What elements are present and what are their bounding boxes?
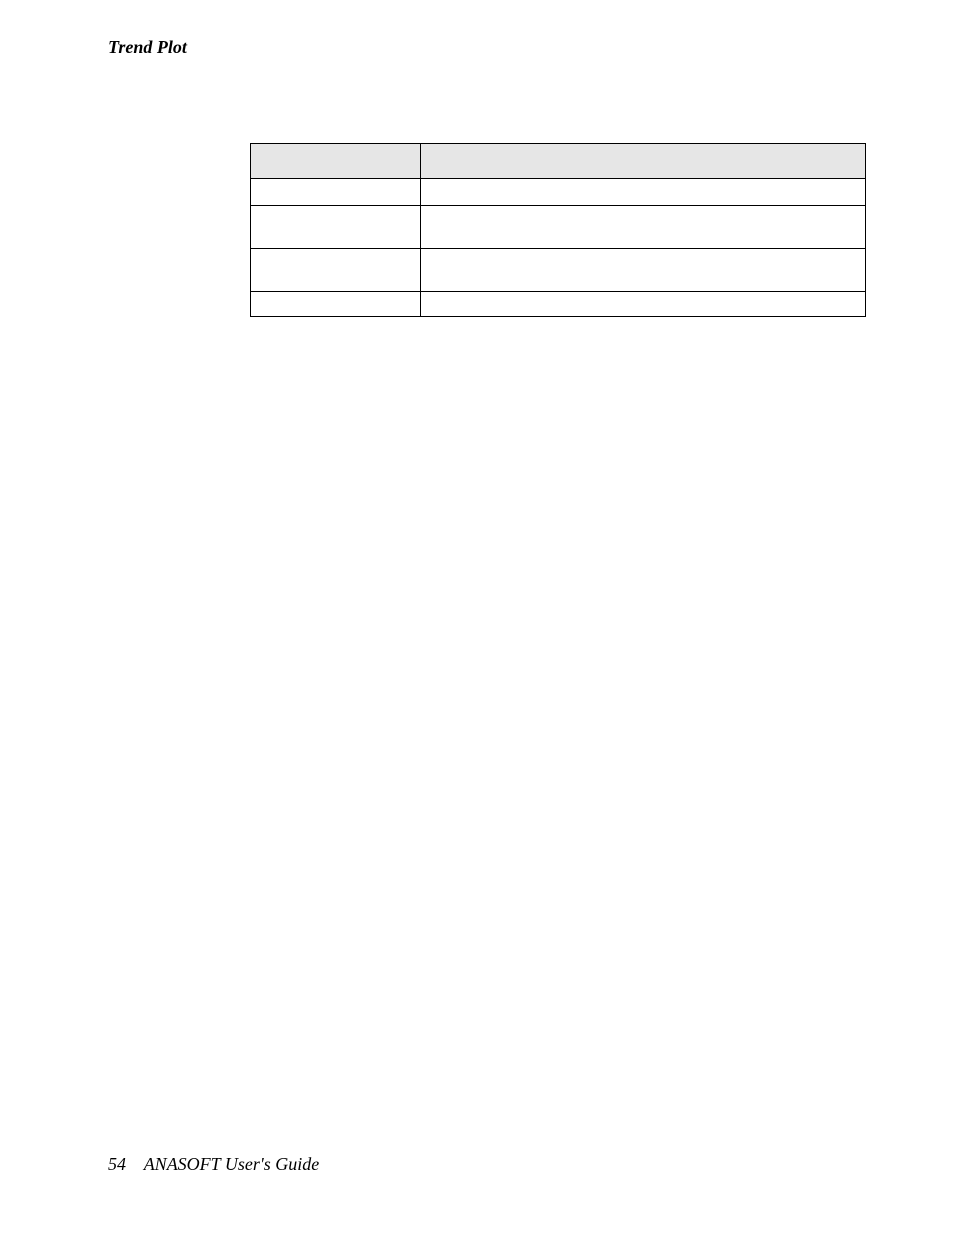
table-row bbox=[251, 292, 866, 317]
table-header-cell bbox=[421, 144, 866, 179]
table-cell bbox=[421, 292, 866, 317]
table-cell bbox=[251, 206, 421, 249]
page-number: 54 bbox=[108, 1154, 126, 1174]
table-cell bbox=[421, 179, 866, 206]
table-cell bbox=[251, 179, 421, 206]
table-row bbox=[251, 249, 866, 292]
table-cell bbox=[251, 249, 421, 292]
table-cell bbox=[251, 292, 421, 317]
book-title: ANASOFT User's Guide bbox=[144, 1154, 320, 1174]
table-cell bbox=[421, 249, 866, 292]
table-row bbox=[251, 179, 866, 206]
table-header-cell bbox=[251, 144, 421, 179]
data-table bbox=[250, 143, 865, 317]
table-header-row bbox=[251, 144, 866, 179]
table-cell bbox=[421, 206, 866, 249]
section-title: Trend Plot bbox=[108, 37, 187, 58]
page-footer: 54 ANASOFT User's Guide bbox=[108, 1154, 319, 1175]
table-row bbox=[251, 206, 866, 249]
